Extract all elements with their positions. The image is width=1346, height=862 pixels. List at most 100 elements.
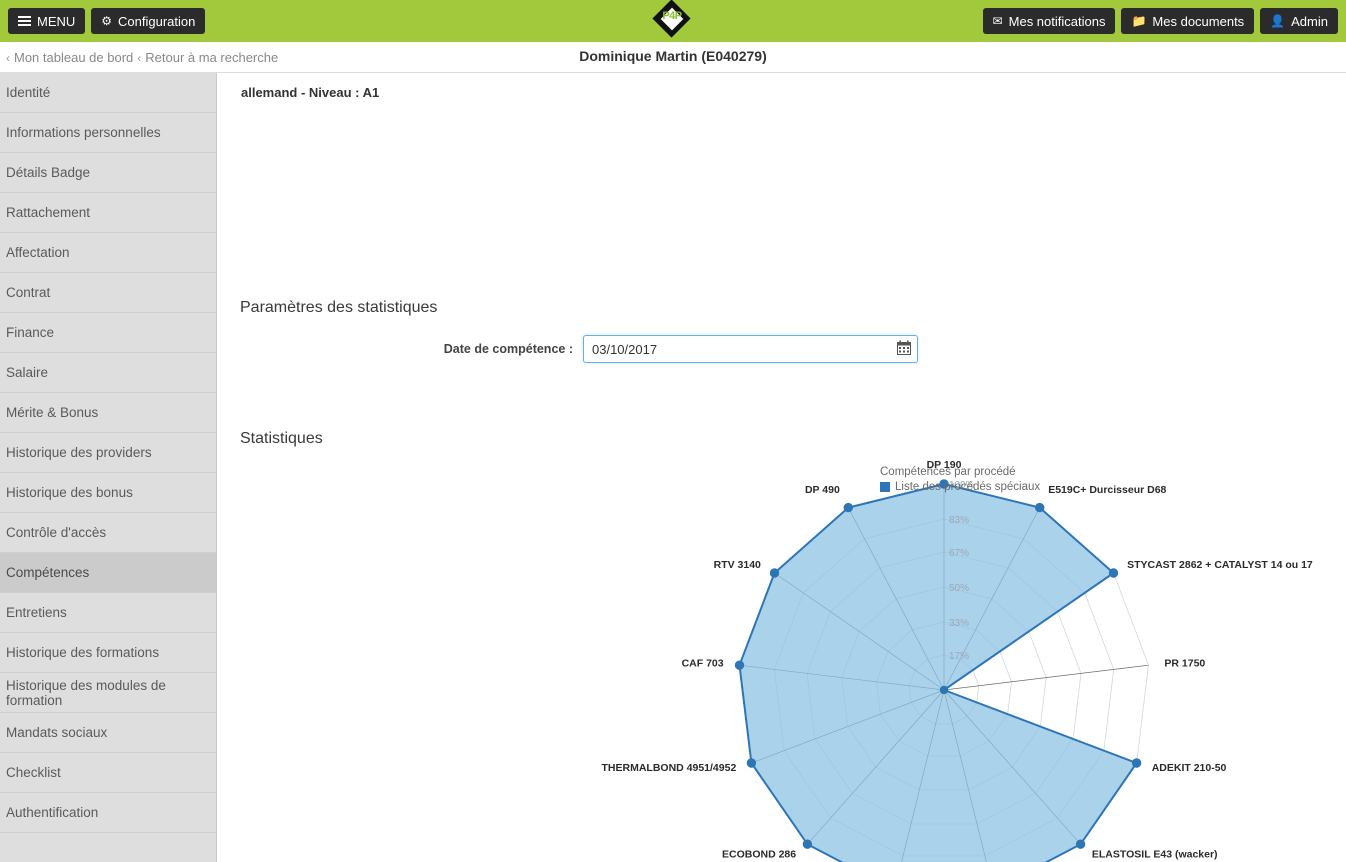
date-competence-field-wrapper — [583, 335, 918, 363]
documents-button[interactable]: 📁 Mes documents — [1121, 8, 1255, 34]
radar-tick-label: 83% — [949, 515, 969, 526]
sidebar-item-label: Contrat — [6, 285, 51, 300]
sidebar: Identité Informations personnelles Détai… — [0, 73, 217, 862]
hamburger-icon — [18, 16, 31, 26]
chart-legend: Compétences par procédé Liste des procéd… — [880, 466, 1040, 493]
radar-category-label: DP 490 — [805, 484, 840, 496]
admin-button[interactable]: 👤 Admin — [1260, 8, 1338, 34]
notifications-button-label: Mes notifications — [1008, 13, 1106, 29]
legend-item-label: Liste des procédés spéciaux — [895, 481, 1041, 493]
sidebar-item-label: Affectation — [6, 245, 70, 260]
main-content: allemand - Niveau : A1 Paramètres des st… — [218, 73, 1346, 862]
radar-category-label: ELASTOSIL E43 (wacker) — [1092, 849, 1218, 861]
sidebar-item-label: Historique des providers — [6, 445, 152, 460]
sidebar-item-label: Historique des formations — [6, 645, 160, 660]
radar-data-point[interactable] — [1075, 839, 1086, 849]
sidebar-item-finance[interactable]: Finance — [0, 313, 216, 353]
radar-data-point[interactable] — [802, 839, 813, 849]
radar-data-point[interactable] — [746, 758, 757, 768]
radar-tick-label: 67% — [949, 548, 969, 559]
sidebar-item-label: Entretiens — [6, 605, 67, 620]
sidebar-item-checklist[interactable]: Checklist — [0, 753, 216, 793]
sidebar-item-historique-modules-formation[interactable]: Historique des modules de formation — [0, 673, 216, 713]
radar-data-point[interactable] — [843, 502, 853, 513]
sidebar-item-details-badge[interactable]: Détails Badge — [0, 153, 216, 193]
radar-chart-svg: 17%33%50%67%83%100% DP 190E519C+ Durciss… — [602, 459, 1313, 862]
page-title: Dominique Martin (E040279) — [579, 48, 767, 64]
sidebar-item-controle-acces[interactable]: Contrôle d'accès — [0, 513, 216, 553]
sidebar-item-affectation[interactable]: Affectation — [0, 233, 216, 273]
app-logo[interactable]: P4P — [652, 0, 692, 44]
radar-series-polygon — [738, 483, 1138, 862]
admin-button-label: Admin — [1291, 13, 1328, 29]
radar-tick-label: 17% — [949, 651, 969, 662]
sidebar-item-label: Mandats sociaux — [6, 725, 108, 740]
radar-category-label: THERMALBOND 4951/4952 — [602, 762, 737, 774]
radar-series-area — [738, 483, 1138, 862]
sidebar-item-label: Informations personnelles — [6, 125, 161, 140]
calendar-icon[interactable] — [897, 340, 911, 355]
date-competence-input[interactable] — [583, 335, 918, 363]
sidebar-item-informations-personnelles[interactable]: Informations personnelles — [0, 113, 216, 153]
sidebar-item-historique-bonus[interactable]: Historique des bonus — [0, 473, 216, 513]
statistics-parameters-heading: Paramètres des statistiques — [240, 299, 438, 316]
top-navigation-bar: MENU ⚙ Configuration P4P ✉ Mes notificat… — [0, 0, 1346, 42]
language-level-line: allemand - Niveau : A1 — [241, 85, 380, 100]
sidebar-item-competences[interactable]: Compétences — [0, 553, 216, 593]
radar-category-label: PR 1750 — [1164, 658, 1205, 670]
sidebar-item-label: Contrôle d'accès — [6, 525, 107, 540]
sidebar-item-label: Historique des bonus — [6, 485, 133, 500]
sidebar-item-contrat[interactable]: Contrat — [0, 273, 216, 313]
radar-category-label: RTV 3140 — [714, 559, 761, 571]
user-icon: 👤 — [1270, 14, 1286, 28]
topbar-left-group: MENU ⚙ Configuration — [8, 8, 206, 34]
sidebar-item-authentification[interactable]: Authentification — [0, 793, 216, 833]
documents-button-label: Mes documents — [1152, 13, 1245, 29]
radar-category-label: ECOBOND 286 — [722, 849, 796, 861]
configuration-button[interactable]: ⚙ Configuration — [91, 8, 206, 34]
date-competence-label: Date de compétence : — [443, 342, 573, 356]
sidebar-item-label: Finance — [6, 325, 55, 340]
radar-data-point[interactable] — [1108, 568, 1119, 578]
radar-data-point[interactable] — [769, 568, 780, 578]
sidebar-item-label: Identité — [6, 85, 51, 100]
sidebar-item-historique-formations[interactable]: Historique des formations — [0, 633, 216, 673]
sidebar-item-label: Salaire — [6, 365, 49, 380]
radar-data-point[interactable] — [1035, 502, 1045, 513]
sidebar-item-label: Rattachement — [6, 205, 91, 220]
radar-data-point-origin[interactable] — [939, 685, 949, 695]
gear-icon: ⚙ — [101, 14, 113, 28]
competences-radar-chart: 17% 33% 50% 67% 83% 100% DP 190 E519C+ Durciss… — [218, 383, 1346, 862]
menu-button[interactable]: MENU — [8, 8, 86, 34]
radar-tick-label: 50% — [949, 583, 969, 594]
sidebar-item-label: Compétences — [6, 565, 90, 580]
sidebar-item-historique-providers[interactable]: Historique des providers — [0, 433, 216, 473]
chart-legend-item[interactable]: Liste des procédés spéciaux — [880, 481, 1040, 493]
sidebar-item-salaire[interactable]: Salaire — [0, 353, 216, 393]
topbar-right-group: ✉ Mes notifications 📁 Mes documents 👤 Ad… — [982, 8, 1338, 34]
sidebar-item-label: Historique des modules de formation — [6, 677, 166, 708]
sidebar-item-merite-bonus[interactable]: Mérite & Bonus — [0, 393, 216, 433]
sidebar-item-label: Mérite & Bonus — [6, 405, 99, 420]
logo-text: P4P — [662, 10, 682, 22]
folder-icon: 📁 — [1131, 14, 1147, 28]
configuration-button-label: Configuration — [118, 13, 196, 29]
sidebar-item-mandats-sociaux[interactable]: Mandats sociaux — [0, 713, 216, 753]
radar-category-label: E519C+ Durcisseur D68 — [1048, 484, 1166, 496]
radar-tick-label: 33% — [949, 618, 969, 629]
radar-data-point[interactable] — [734, 660, 745, 670]
sidebar-item-label: Checklist — [6, 765, 61, 780]
sidebar-item-rattachement[interactable]: Rattachement — [0, 193, 216, 233]
chart-legend-title: Compétences par procédé — [880, 466, 1016, 478]
menu-button-label: MENU — [37, 13, 76, 29]
sidebar-item-entretiens[interactable]: Entretiens — [0, 593, 216, 633]
notifications-button[interactable]: ✉ Mes notifications — [982, 8, 1116, 34]
date-competence-form-row: Date de compétence : — [218, 335, 918, 363]
radar-data-point[interactable] — [1131, 758, 1142, 768]
radar-category-label: STYCAST 2862 + CATALYST 14 ou 17 — [1127, 559, 1313, 571]
sidebar-item-label: Authentification — [6, 805, 99, 820]
sidebar-item-label: Détails Badge — [6, 165, 91, 180]
envelope-icon: ✉ — [992, 14, 1003, 28]
sidebar-item-identite[interactable]: Identité — [0, 73, 216, 113]
legend-color-swatch — [880, 482, 890, 492]
